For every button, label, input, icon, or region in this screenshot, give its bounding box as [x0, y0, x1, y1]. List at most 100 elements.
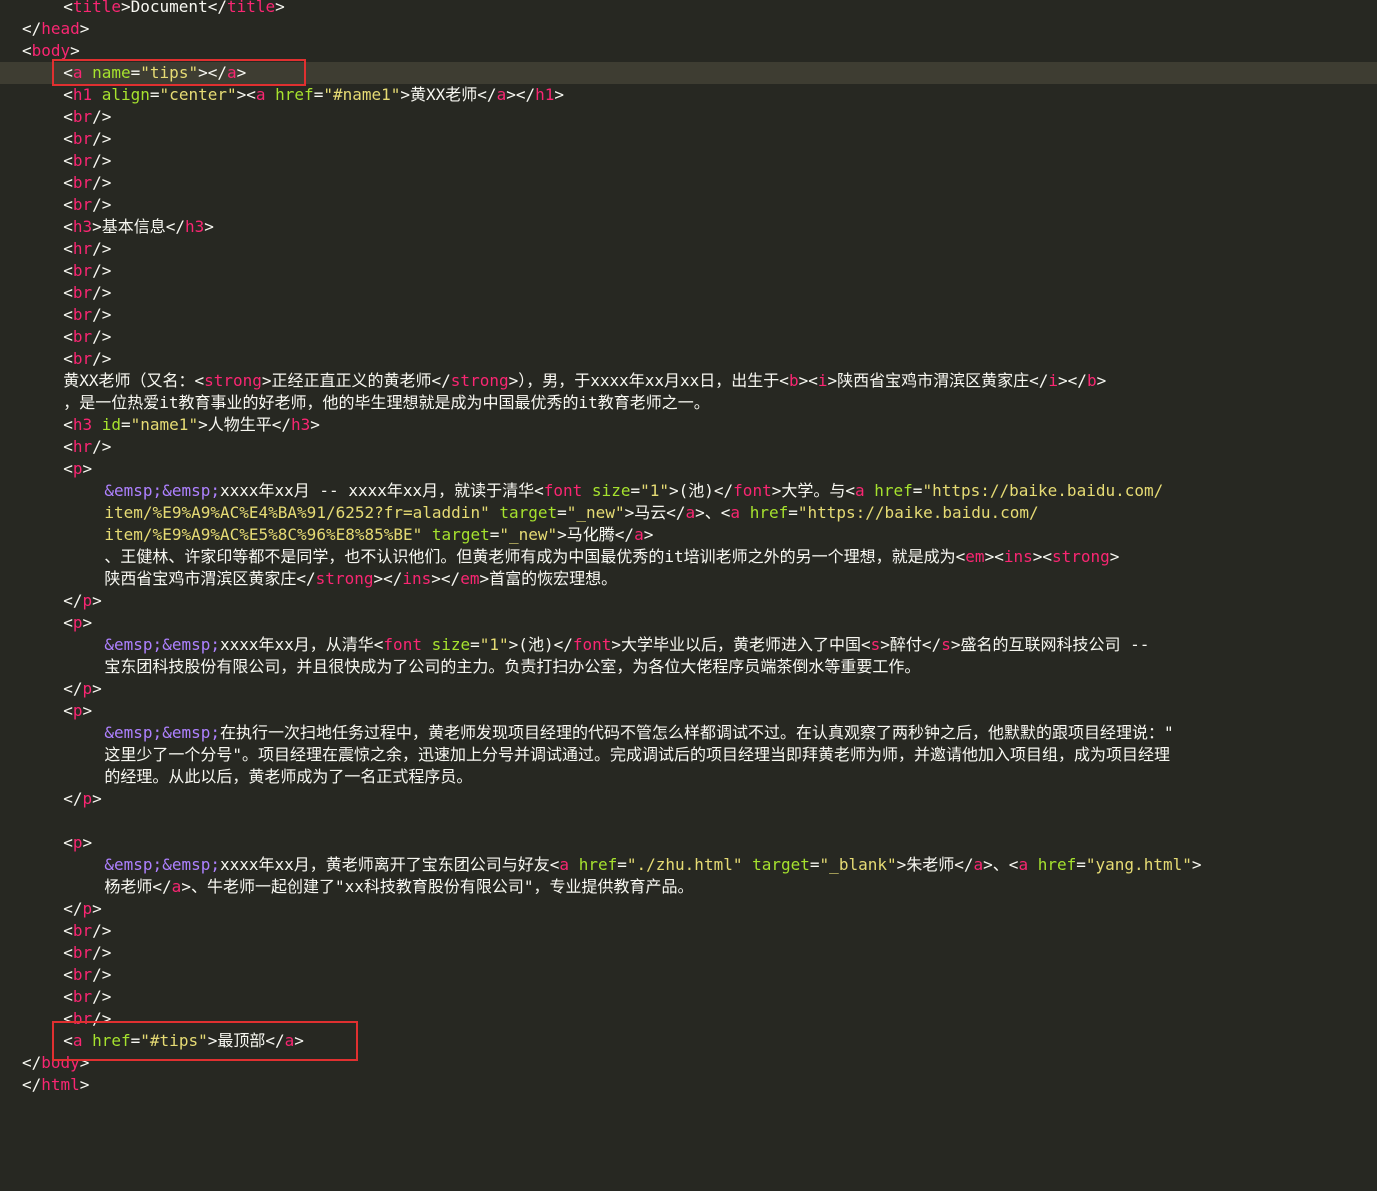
- code-line[interactable]: </p>: [0, 788, 1377, 810]
- code-token: <: [63, 1031, 73, 1050]
- code-line-content: <h1 align="center"><a href="#name1">黄XX老…: [63, 84, 564, 106]
- code-line[interactable]: &emsp;&emsp;xxxx年xx月，从清华<font size="1">(…: [0, 634, 1377, 656]
- code-line[interactable]: ，是一位热爱it教育事业的好老师，他的毕生理想就是成为中国最优秀的it教育老师之…: [0, 392, 1377, 414]
- code-line-content: <br/>: [63, 106, 111, 128]
- code-line[interactable]: 杨老师</a>、牛老师一起创建了"xx科技教育股份有限公司"，专业提供教育产品。: [0, 876, 1377, 898]
- code-line[interactable]: <br/>: [0, 172, 1377, 194]
- code-line[interactable]: <body>: [0, 40, 1377, 62]
- code-line[interactable]: </p>: [0, 590, 1377, 612]
- code-line[interactable]: item/%E9%A9%AC%E5%8C%96%E8%85%BE" target…: [0, 524, 1377, 546]
- code-token: strong: [315, 569, 374, 588]
- code-line-content: &emsp;&emsp;xxxx年xx月，从清华<font size="1">(…: [104, 634, 1149, 656]
- code-token: target: [431, 525, 490, 544]
- code-token: >最顶部</: [207, 1031, 285, 1050]
- code-token: br: [72, 129, 93, 148]
- code-token: <: [63, 349, 73, 368]
- code-line[interactable]: <br/>: [0, 964, 1377, 986]
- code-token: >人物生平</: [198, 415, 291, 434]
- code-line[interactable]: <br/>: [0, 106, 1377, 128]
- code-line-content: <br/>: [63, 282, 111, 304]
- code-token: >(池)</: [669, 481, 734, 500]
- code-line-content: &emsp;&emsp;xxxx年xx月 -- xxxx年xx月，就读于清华<f…: [104, 480, 1163, 502]
- code-line[interactable]: <hr/>: [0, 436, 1377, 458]
- code-line[interactable]: <br/>: [0, 986, 1377, 1008]
- code-token: em: [965, 547, 985, 566]
- code-line[interactable]: <br/>: [0, 1008, 1377, 1030]
- code-line[interactable]: <h1 align="center"><a href="#name1">黄XX老…: [0, 84, 1377, 106]
- code-line[interactable]: 陕西省宝鸡市渭滨区黄家庄</strong></ins></em>首富的恢宏理想。: [0, 568, 1377, 590]
- code-line-content: 的经理。从此以后，黄老师成为了一名正式程序员。: [104, 766, 472, 788]
- code-line[interactable]: <h3 id="name1">人物生平</h3>: [0, 414, 1377, 436]
- code-token: "#tips": [140, 1031, 208, 1050]
- code-line[interactable]: <p>: [0, 458, 1377, 480]
- code-token: h1: [72, 85, 93, 104]
- code-line[interactable]: 的经理。从此以后，黄老师成为了一名正式程序员。: [0, 766, 1377, 788]
- code-token: p: [82, 591, 93, 610]
- code-token: p: [82, 789, 93, 808]
- code-line-content: <br/>: [63, 150, 111, 172]
- code-token: href: [874, 481, 913, 500]
- code-line[interactable]: <p>: [0, 612, 1377, 634]
- code-token: >: [92, 899, 102, 918]
- code-line[interactable]: <br/>: [0, 942, 1377, 964]
- code-line[interactable]: <hr/>: [0, 238, 1377, 260]
- code-token: ><: [984, 547, 1004, 566]
- code-token: >基本信息</: [92, 217, 185, 236]
- code-token: >: [204, 217, 214, 236]
- code-line[interactable]: </p>: [0, 678, 1377, 700]
- code-line[interactable]: <br/>: [0, 194, 1377, 216]
- code-line[interactable]: <br/>: [0, 304, 1377, 326]
- code-line[interactable]: </html>: [0, 1074, 1377, 1096]
- code-token: h3: [72, 415, 93, 434]
- code-token: br: [72, 349, 93, 368]
- code-token: strong: [204, 371, 262, 390]
- code-token: em: [460, 569, 480, 588]
- code-token: "1": [479, 635, 509, 654]
- code-token: head: [41, 19, 80, 38]
- code-line[interactable]: [0, 810, 1377, 832]
- code-token: <: [63, 305, 73, 324]
- code-token: />: [92, 151, 112, 170]
- code-token: >大学毕业以后，黄老师进入了中国<: [611, 635, 871, 654]
- code-line[interactable]: <br/>: [0, 260, 1377, 282]
- code-token: />: [92, 261, 112, 280]
- code-line[interactable]: 黄XX老师（又名：<strong>正经正直正义的黄老师</strong>），男，…: [0, 370, 1377, 392]
- code-line[interactable]: &emsp;&emsp;xxxx年xx月，黄老师离开了宝东团公司与好友<a hr…: [0, 854, 1377, 876]
- code-line[interactable]: <br/>: [0, 128, 1377, 150]
- code-line-content: <br/>: [63, 942, 111, 964]
- code-token: <: [63, 1009, 73, 1028]
- code-line[interactable]: 这里少了一个分号"。项目经理在震惊之余，迅速加上分号并调试通过。完成调试后的项目…: [0, 744, 1377, 766]
- code-line[interactable]: </body>: [0, 1052, 1377, 1074]
- code-line[interactable]: <br/>: [0, 920, 1377, 942]
- code-token: >、牛老师一起创建了"xx科技教育股份有限公司"，专业提供教育产品。: [181, 877, 694, 896]
- code-line[interactable]: <p>: [0, 700, 1377, 722]
- code-token: br: [72, 987, 93, 1006]
- code-line[interactable]: <h3>基本信息</h3>: [0, 216, 1377, 238]
- code-line[interactable]: <br/>: [0, 348, 1377, 370]
- code-line[interactable]: <a href="#tips">最顶部</a>: [0, 1030, 1377, 1052]
- code-line[interactable]: <p>: [0, 832, 1377, 854]
- code-token: >: [1109, 547, 1120, 566]
- code-line[interactable]: 、王健林、许家印等都不是同学，也不认识他们。但黄老师有成为中国最优秀的it培训老…: [0, 546, 1377, 568]
- code-editor[interactable]: <title>Document</title> </head> <body> <a n…: [0, 0, 1377, 1096]
- code-line[interactable]: &emsp;&emsp;xxxx年xx月 -- xxxx年xx月，就读于清华<f…: [0, 480, 1377, 502]
- code-line[interactable]: </p>: [0, 898, 1377, 920]
- code-token: "1": [640, 481, 669, 500]
- code-token: />: [92, 965, 112, 984]
- code-line[interactable]: </head>: [0, 18, 1377, 40]
- code-token: <: [63, 129, 73, 148]
- code-token: <: [63, 239, 73, 258]
- code-line[interactable]: <a name="tips"></a>: [0, 62, 1377, 84]
- code-token: =: [130, 63, 141, 82]
- code-line[interactable]: <br/>: [0, 326, 1377, 348]
- code-line[interactable]: item/%E9%A9%AC%E4%BA%91/6252?fr=aladdin"…: [0, 502, 1377, 524]
- code-line[interactable]: <br/>: [0, 150, 1377, 172]
- code-line-content: </p>: [63, 678, 102, 700]
- code-token: </: [63, 591, 83, 610]
- code-line[interactable]: 宝东团科技股份有限公司，并且很快成为了公司的主力。负责打扫办公室，为各位大佬程序…: [0, 656, 1377, 678]
- code-line[interactable]: &emsp;&emsp;在执行一次扫地任务过程中，黄老师发现项目经理的代码不管怎…: [0, 722, 1377, 744]
- code-line[interactable]: <title>Document</title>: [0, 0, 1377, 18]
- code-line[interactable]: <br/>: [0, 282, 1377, 304]
